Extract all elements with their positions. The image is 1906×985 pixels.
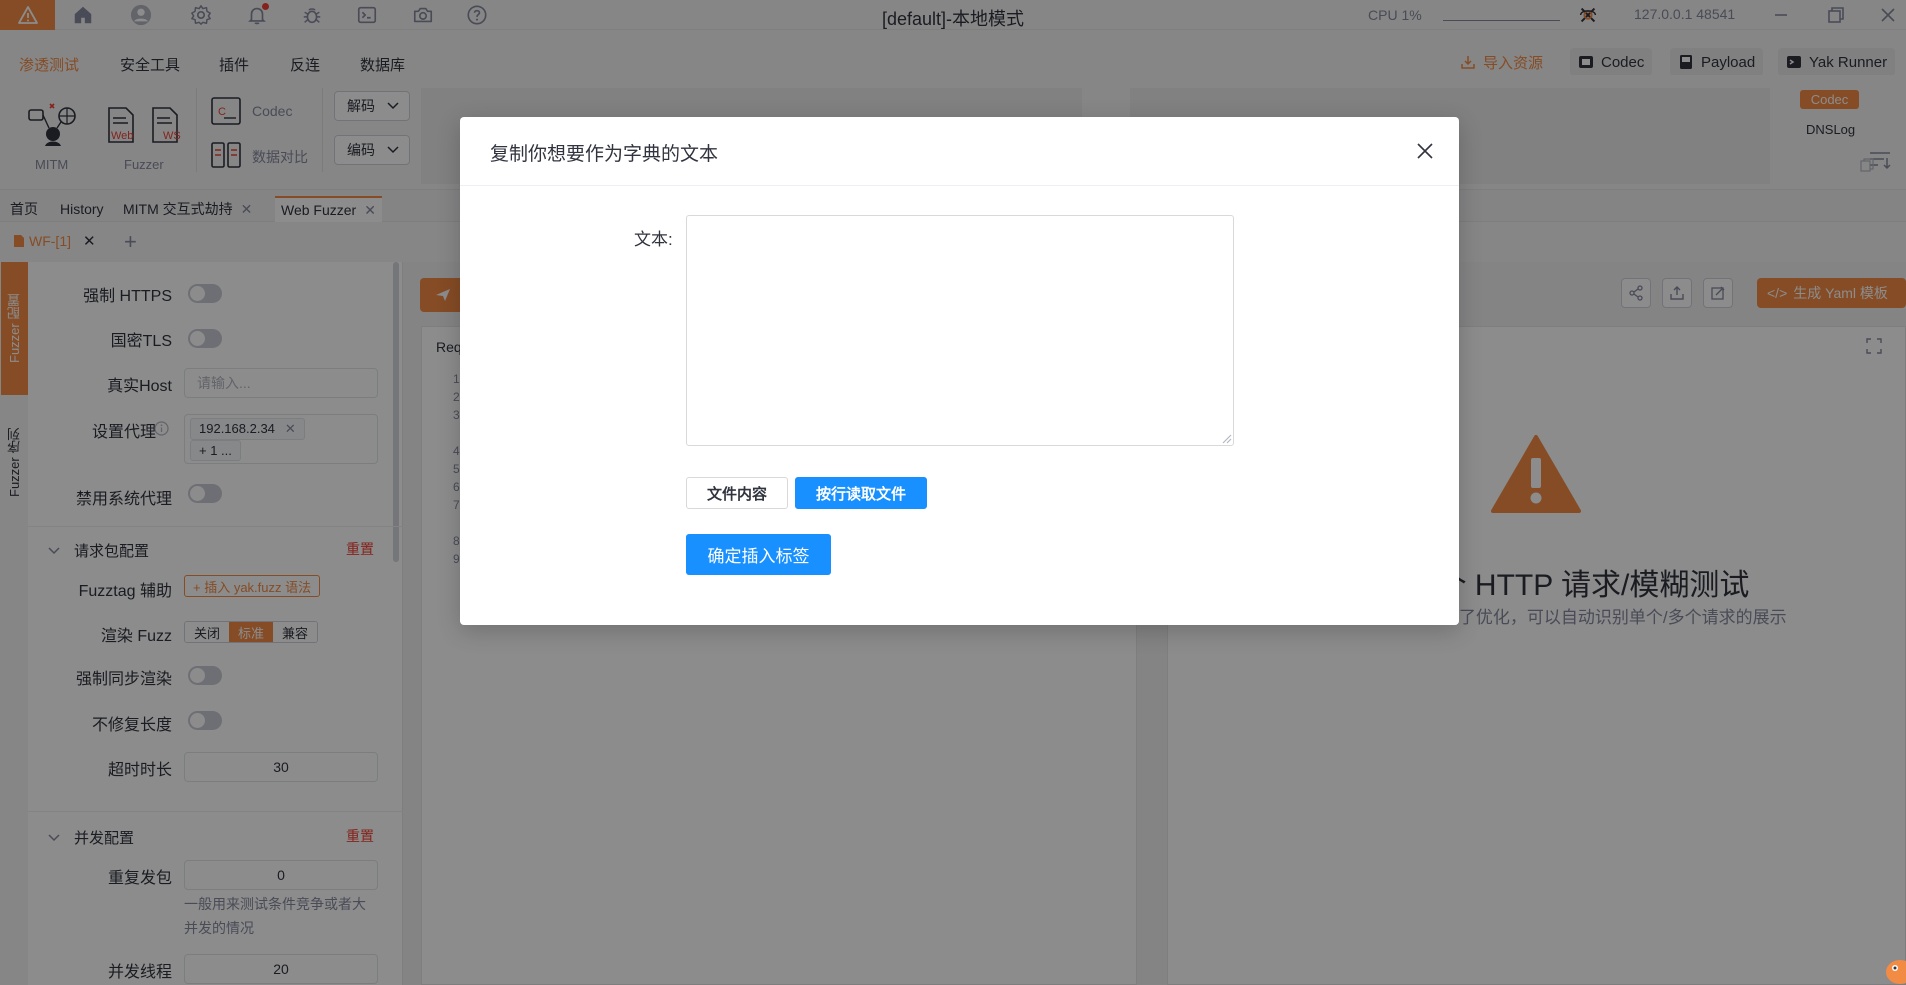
- confirm-insert-tag-button[interactable]: 确定插入标签: [686, 534, 831, 575]
- modal-header: 复制你想要作为字典的文本: [460, 117, 1459, 186]
- text-field-label: 文本:: [634, 230, 673, 249]
- resize-grip-icon[interactable]: [1220, 432, 1232, 444]
- option-read-by-line[interactable]: 按行读取文件: [795, 477, 928, 509]
- source-type-group: 文件内容 按行读取文件: [686, 477, 934, 509]
- modal-title: 复制你想要作为字典的文本: [490, 144, 719, 165]
- dictionary-text-modal: 复制你想要作为字典的文本 文本: 文件内容 按行读取文件 确定插入标签: [460, 117, 1459, 625]
- option-file-content[interactable]: 文件内容: [686, 477, 789, 509]
- dictionary-textarea[interactable]: [686, 215, 1234, 446]
- mascot-icon[interactable]: [1880, 944, 1906, 985]
- close-icon[interactable]: [1415, 141, 1435, 161]
